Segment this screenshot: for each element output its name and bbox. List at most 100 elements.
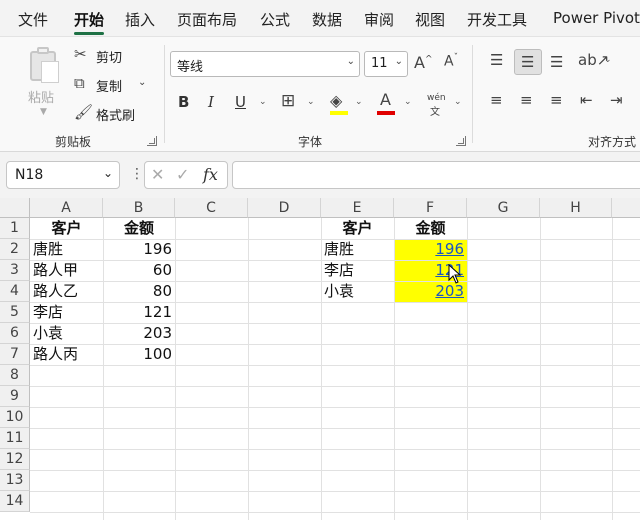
- paste-dropdown-icon[interactable]: ▼: [40, 107, 47, 117]
- column-header-d[interactable]: D: [248, 198, 321, 218]
- copy-dropdown-icon[interactable]: ⌄: [138, 77, 146, 88]
- row-header[interactable]: 6: [0, 323, 30, 344]
- cell-a4[interactable]: 路人乙: [30, 281, 103, 302]
- clipboard-launcher-icon[interactable]: [147, 136, 157, 146]
- cell-e1[interactable]: 客户: [321, 218, 394, 239]
- align-right-icon[interactable]: ≡: [550, 91, 563, 109]
- font-launcher-icon[interactable]: [456, 136, 466, 146]
- copy-button[interactable]: 复制: [96, 76, 122, 95]
- font-color-dropdown-icon[interactable]: ⌄: [404, 97, 412, 107]
- tab-data[interactable]: 数据: [312, 9, 342, 30]
- cell-b3[interactable]: 60: [103, 260, 175, 281]
- cell-e3[interactable]: 李店: [321, 260, 394, 281]
- formula-bar: N18 ⌄ ⋮ ✕ ✓ fx: [0, 152, 640, 198]
- tab-file[interactable]: 文件: [18, 9, 48, 30]
- more-options-icon[interactable]: ⋮: [130, 166, 144, 182]
- bold-button[interactable]: B: [178, 93, 189, 111]
- phonetic-dropdown-icon[interactable]: ⌄: [454, 97, 462, 107]
- cell-f1[interactable]: 金额: [394, 218, 467, 239]
- cell-e2[interactable]: 唐胜: [321, 239, 394, 260]
- cell-a2[interactable]: 唐胜: [30, 239, 103, 260]
- borders-dropdown-icon[interactable]: ⌄: [307, 97, 315, 107]
- cell-f4-link[interactable]: 203: [394, 281, 467, 302]
- row-header[interactable]: 3: [0, 260, 30, 281]
- cell-b7[interactable]: 100: [103, 344, 175, 365]
- cell-b4[interactable]: 80: [103, 281, 175, 302]
- row-header[interactable]: 11: [0, 428, 30, 449]
- cell-a5[interactable]: 李店: [30, 302, 103, 323]
- cell-b6[interactable]: 203: [103, 323, 175, 344]
- fill-color-swatch: [330, 111, 348, 115]
- align-bottom-icon[interactable]: ☰: [550, 53, 563, 71]
- font-color-icon[interactable]: A: [380, 90, 391, 109]
- column-header-h[interactable]: H: [540, 198, 612, 218]
- formula-input[interactable]: [232, 161, 640, 189]
- worksheet-grid[interactable]: A B C D E F G H 1 2 3 4 5 6 7 8 9 10 11 …: [0, 198, 640, 520]
- row-header[interactable]: 13: [0, 470, 30, 491]
- select-all-corner[interactable]: [0, 198, 30, 218]
- paste-button[interactable]: 粘贴 ▼: [22, 45, 68, 117]
- cell-a1[interactable]: 客户: [30, 218, 103, 239]
- row-header[interactable]: 7: [0, 344, 30, 365]
- name-box[interactable]: N18 ⌄: [6, 161, 120, 189]
- column-header-a[interactable]: A: [30, 198, 103, 218]
- fill-color-icon[interactable]: ◈: [330, 91, 342, 110]
- font-size-select[interactable]: 11 ⌄: [364, 51, 408, 77]
- cell-a6[interactable]: 小袁: [30, 323, 103, 344]
- tab-formulas[interactable]: 公式: [260, 9, 290, 30]
- cell-f2-link[interactable]: 196: [394, 239, 467, 260]
- row-header[interactable]: 12: [0, 449, 30, 470]
- column-header-f[interactable]: F: [394, 198, 467, 218]
- column-header-g[interactable]: G: [467, 198, 540, 218]
- align-top-icon[interactable]: ☰: [490, 51, 503, 69]
- cell-b1[interactable]: 金额: [103, 218, 175, 239]
- tab-review[interactable]: 审阅: [364, 9, 394, 30]
- row-header[interactable]: 4: [0, 281, 30, 302]
- confirm-icon[interactable]: ✓: [176, 165, 189, 184]
- underline-button[interactable]: U: [235, 93, 246, 111]
- cut-button[interactable]: 剪切: [96, 47, 122, 66]
- align-center-icon[interactable]: ≡: [520, 91, 533, 109]
- borders-icon[interactable]: ⊞: [281, 91, 295, 111]
- tab-view[interactable]: 视图: [415, 9, 445, 30]
- tab-home[interactable]: 开始: [74, 9, 104, 30]
- column-header-e[interactable]: E: [321, 198, 394, 218]
- row-header[interactable]: 5: [0, 302, 30, 323]
- row-header[interactable]: 8: [0, 365, 30, 386]
- underline-dropdown-icon[interactable]: ⌄: [259, 97, 267, 107]
- increase-indent-icon[interactable]: ⇥: [610, 91, 623, 109]
- fill-color-dropdown-icon[interactable]: ⌄: [355, 97, 363, 107]
- cell-a7[interactable]: 路人丙: [30, 344, 103, 365]
- column-header-c[interactable]: C: [175, 198, 248, 218]
- increase-font-size-icon[interactable]: A^: [414, 53, 433, 72]
- decrease-indent-icon[interactable]: ⇤: [580, 91, 593, 109]
- cell-e4[interactable]: 小袁: [321, 281, 394, 302]
- tab-page-layout[interactable]: 页面布局: [177, 9, 237, 30]
- cell-a3[interactable]: 路人甲: [30, 260, 103, 281]
- grid-line: [30, 470, 640, 471]
- column-header-i[interactable]: [612, 198, 640, 218]
- column-header-b[interactable]: B: [103, 198, 175, 218]
- phonetic-guide-icon[interactable]: wén: [427, 93, 446, 103]
- format-painter-button[interactable]: 格式刷: [96, 105, 135, 124]
- row-header[interactable]: 1: [0, 218, 30, 239]
- orientation-dropdown-icon[interactable]: ⌄: [604, 55, 612, 65]
- tab-power-pivot[interactable]: Power Pivot: [553, 9, 640, 27]
- row-header[interactable]: 9: [0, 386, 30, 407]
- row-header[interactable]: 10: [0, 407, 30, 428]
- italic-button[interactable]: I: [208, 93, 214, 111]
- tab-developer[interactable]: 开发工具: [467, 9, 527, 30]
- align-left-icon[interactable]: ≡: [490, 91, 503, 109]
- cell-b5[interactable]: 121: [103, 302, 175, 323]
- insert-function-icon[interactable]: fx: [203, 165, 218, 184]
- decrease-font-size-icon[interactable]: Aˇ: [444, 53, 458, 70]
- align-middle-button[interactable]: ☰: [514, 49, 542, 75]
- clipboard-group-label: 剪贴板: [55, 135, 92, 149]
- format-painter-icon: 🖌: [74, 103, 94, 121]
- font-name-select[interactable]: 等线 ⌄: [170, 51, 360, 77]
- cancel-icon[interactable]: ✕: [151, 165, 164, 184]
- cell-b2[interactable]: 196: [103, 239, 175, 260]
- row-header[interactable]: 2: [0, 239, 30, 260]
- tab-insert[interactable]: 插入: [125, 9, 155, 30]
- row-header[interactable]: 14: [0, 491, 30, 512]
